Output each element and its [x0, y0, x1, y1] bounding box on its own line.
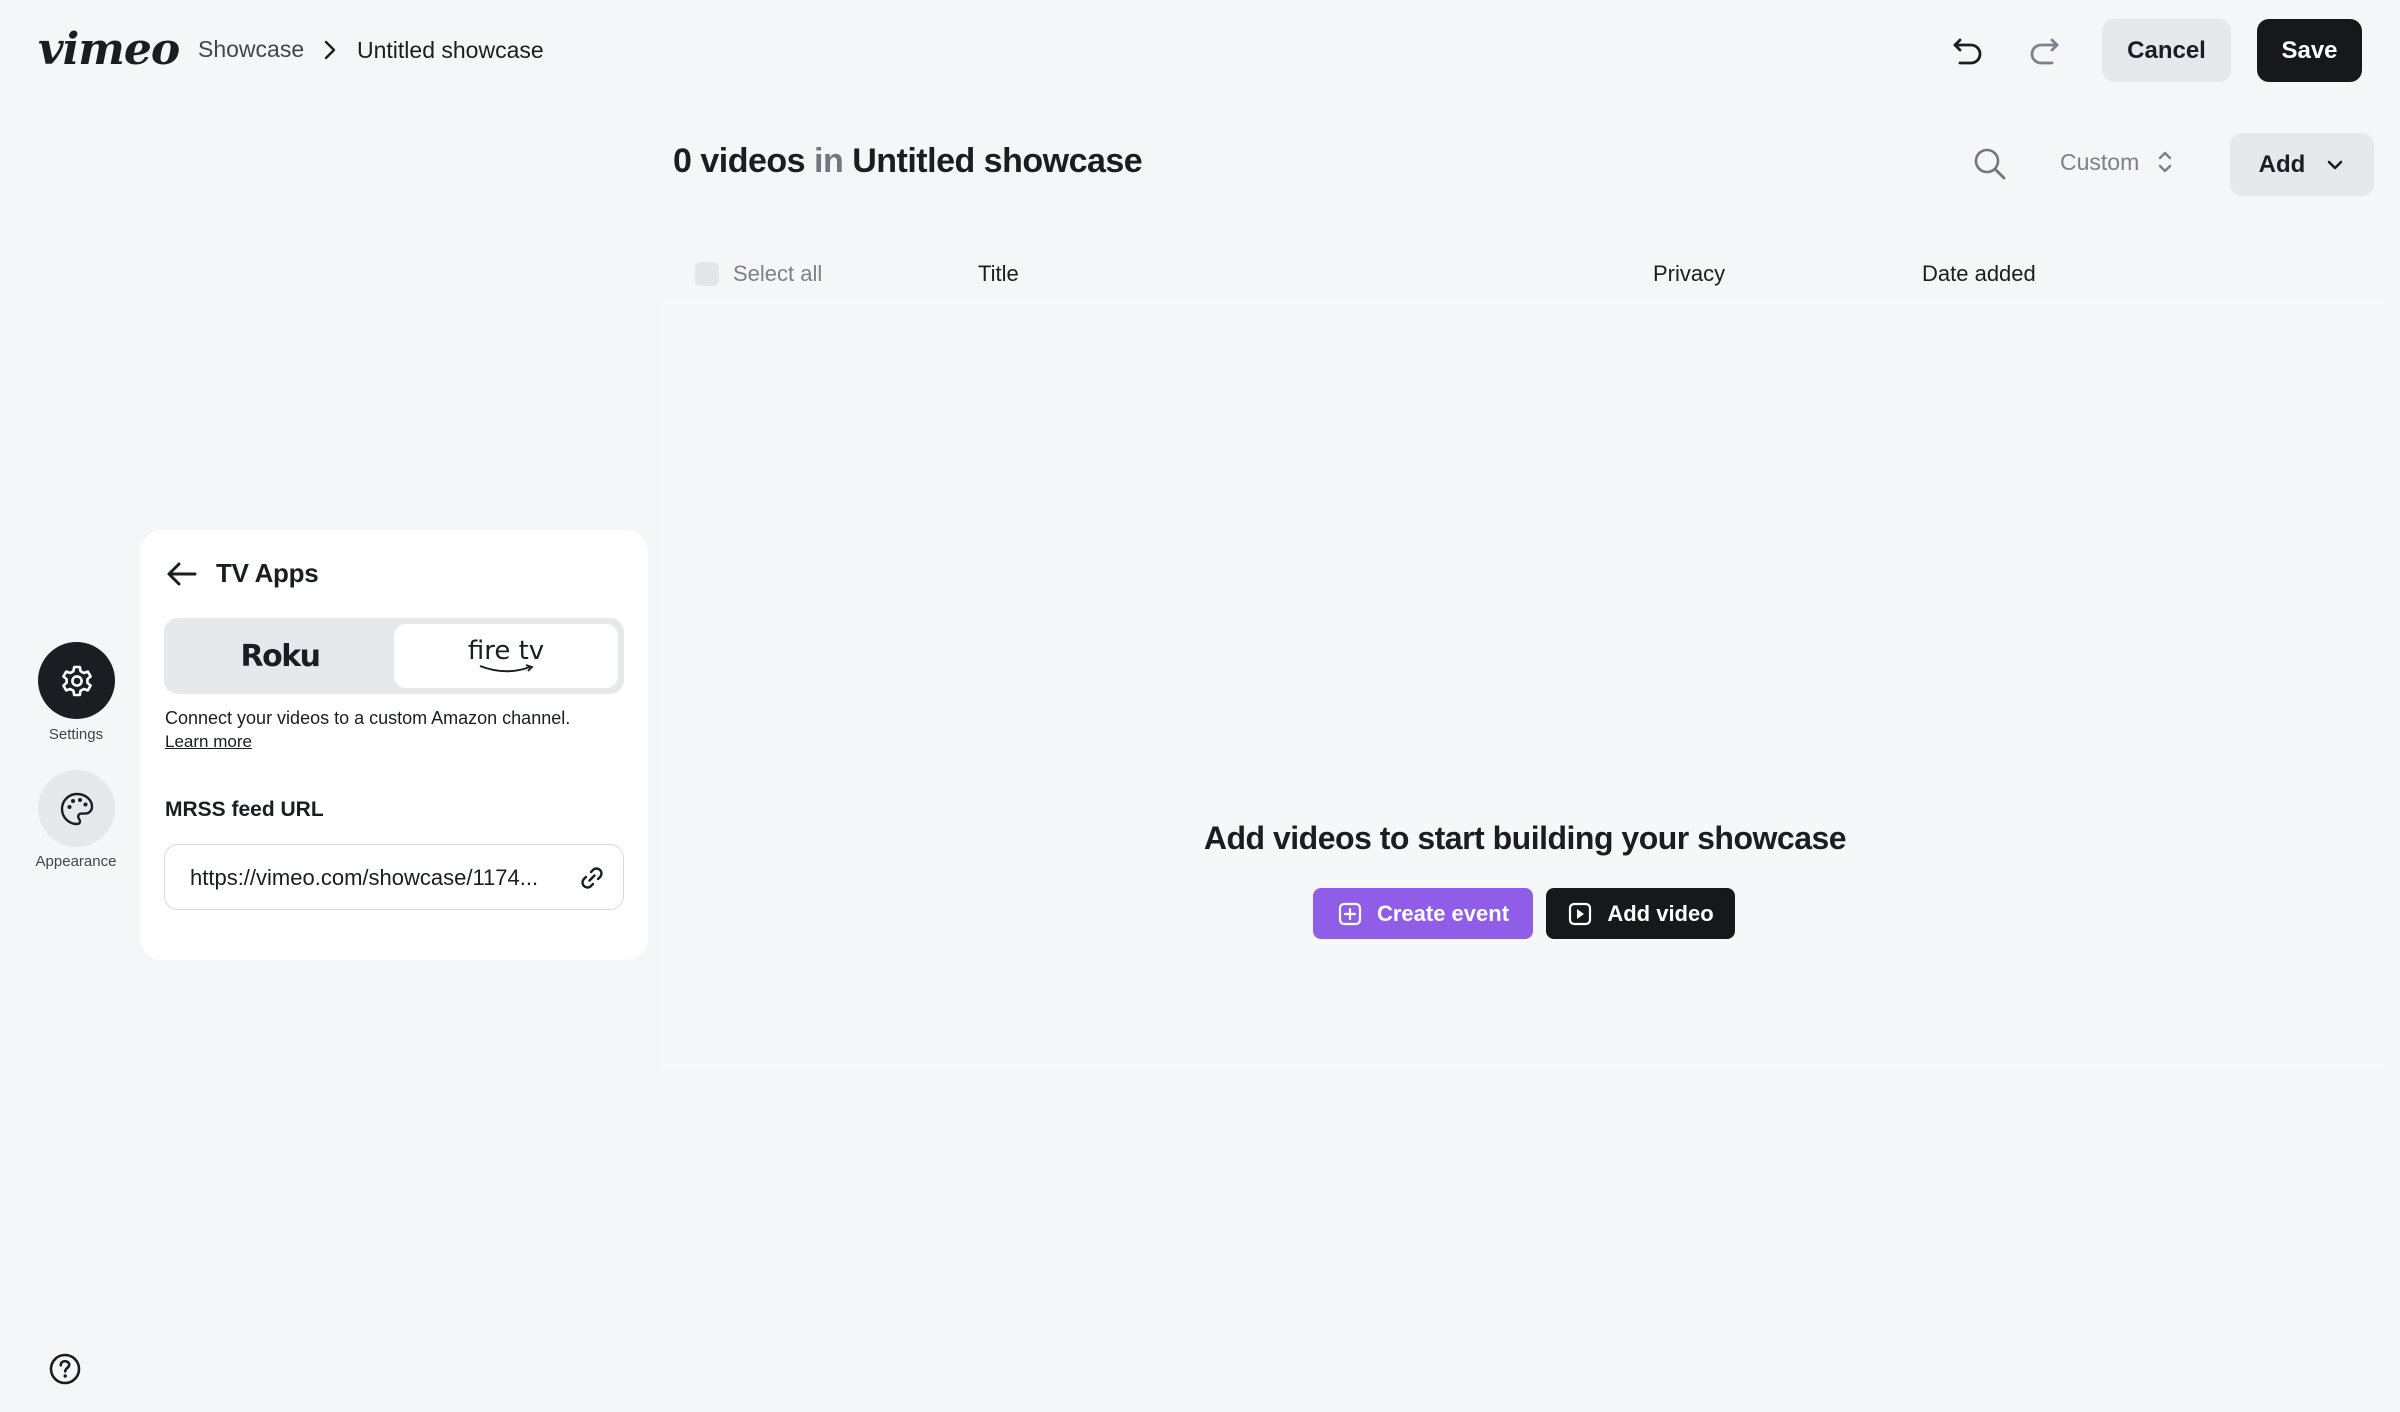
sort-label: Custom — [2060, 148, 2140, 175]
mrss-feed-url-field[interactable]: https://vimeo.com/showcase/1174... — [164, 844, 624, 910]
learn-more-link[interactable]: Learn more — [165, 732, 252, 752]
create-event-label: Create event — [1376, 900, 1510, 926]
panel-title: TV Apps — [216, 558, 319, 588]
add-event-icon — [1338, 902, 1362, 925]
copy-link-icon[interactable] — [577, 863, 607, 893]
showcase-name: Untitled showcase — [852, 142, 1143, 180]
tv-app-tabs: Roku fire tv — [164, 618, 624, 694]
cancel-button[interactable]: Cancel — [2102, 19, 2231, 82]
breadcrumb-showcase[interactable]: Showcase — [198, 36, 304, 63]
empty-state-area — [660, 300, 2385, 1070]
fire-tv-logo: fire tv — [467, 636, 545, 666]
title-in-word: in — [814, 142, 844, 180]
appearance-rail-label: Appearance — [35, 853, 117, 870]
panel-description: Connect your videos to a custom Amazon c… — [165, 708, 571, 728]
vimeo-logo[interactable]: vimeo — [38, 24, 180, 75]
column-date-added[interactable]: Date added — [1922, 261, 2036, 287]
redo-icon[interactable] — [2024, 30, 2064, 70]
tab-fire-tv[interactable]: fire tv — [394, 624, 618, 688]
appearance-rail-button[interactable] — [38, 770, 115, 847]
select-all-label: Select all — [733, 261, 823, 286]
mrss-feed-label: MRSS feed URL — [165, 798, 324, 821]
video-count: 0 videos — [673, 142, 806, 180]
search-icon[interactable] — [1970, 144, 2010, 184]
tv-apps-panel: TV Apps Roku fire tv Connect your videos… — [140, 530, 648, 960]
chevron-down-icon — [2328, 160, 2343, 169]
select-all[interactable]: Select all — [695, 261, 822, 287]
add-video-button[interactable]: Add video — [1546, 888, 1735, 939]
amazon-smile-icon — [479, 664, 534, 673]
mrss-feed-url-value[interactable]: https://vimeo.com/showcase/1174... — [190, 865, 568, 891]
sort-arrows-icon — [2159, 151, 2172, 173]
help-icon[interactable] — [48, 1352, 82, 1386]
empty-state-title: Add videos to start building your showca… — [1203, 820, 1847, 856]
sort-dropdown[interactable]: Custom — [2060, 148, 2173, 176]
roku-logo: Roku — [240, 638, 321, 674]
save-button[interactable]: Save — [2257, 19, 2362, 82]
add-dropdown-button[interactable]: Add — [2230, 133, 2374, 196]
chevron-right-icon — [324, 40, 336, 60]
select-all-checkbox[interactable] — [695, 262, 719, 286]
page-title: 0 videos in Untitled showcase — [673, 142, 1143, 181]
video-play-icon — [1569, 902, 1592, 925]
column-privacy[interactable]: Privacy — [1653, 261, 1725, 287]
top-bar: vimeo Showcase Untitled showcase Cancel … — [0, 0, 2400, 100]
create-event-button[interactable]: Create event — [1313, 888, 1533, 939]
tab-roku[interactable]: Roku — [170, 624, 390, 688]
add-label: Add — [2258, 150, 2306, 178]
arrow-left-icon[interactable] — [164, 556, 200, 592]
column-title[interactable]: Title — [978, 261, 1019, 287]
settings-rail-label: Settings — [48, 726, 104, 743]
breadcrumb-current: Untitled showcase — [357, 37, 544, 63]
add-video-label: Add video — [1607, 900, 1714, 926]
palette-icon — [60, 792, 93, 825]
undo-icon[interactable] — [1948, 30, 1988, 70]
gear-icon — [61, 665, 92, 696]
table-header: Select all Title Privacy Date added — [0, 258, 2400, 288]
settings-rail-button[interactable] — [38, 642, 115, 719]
